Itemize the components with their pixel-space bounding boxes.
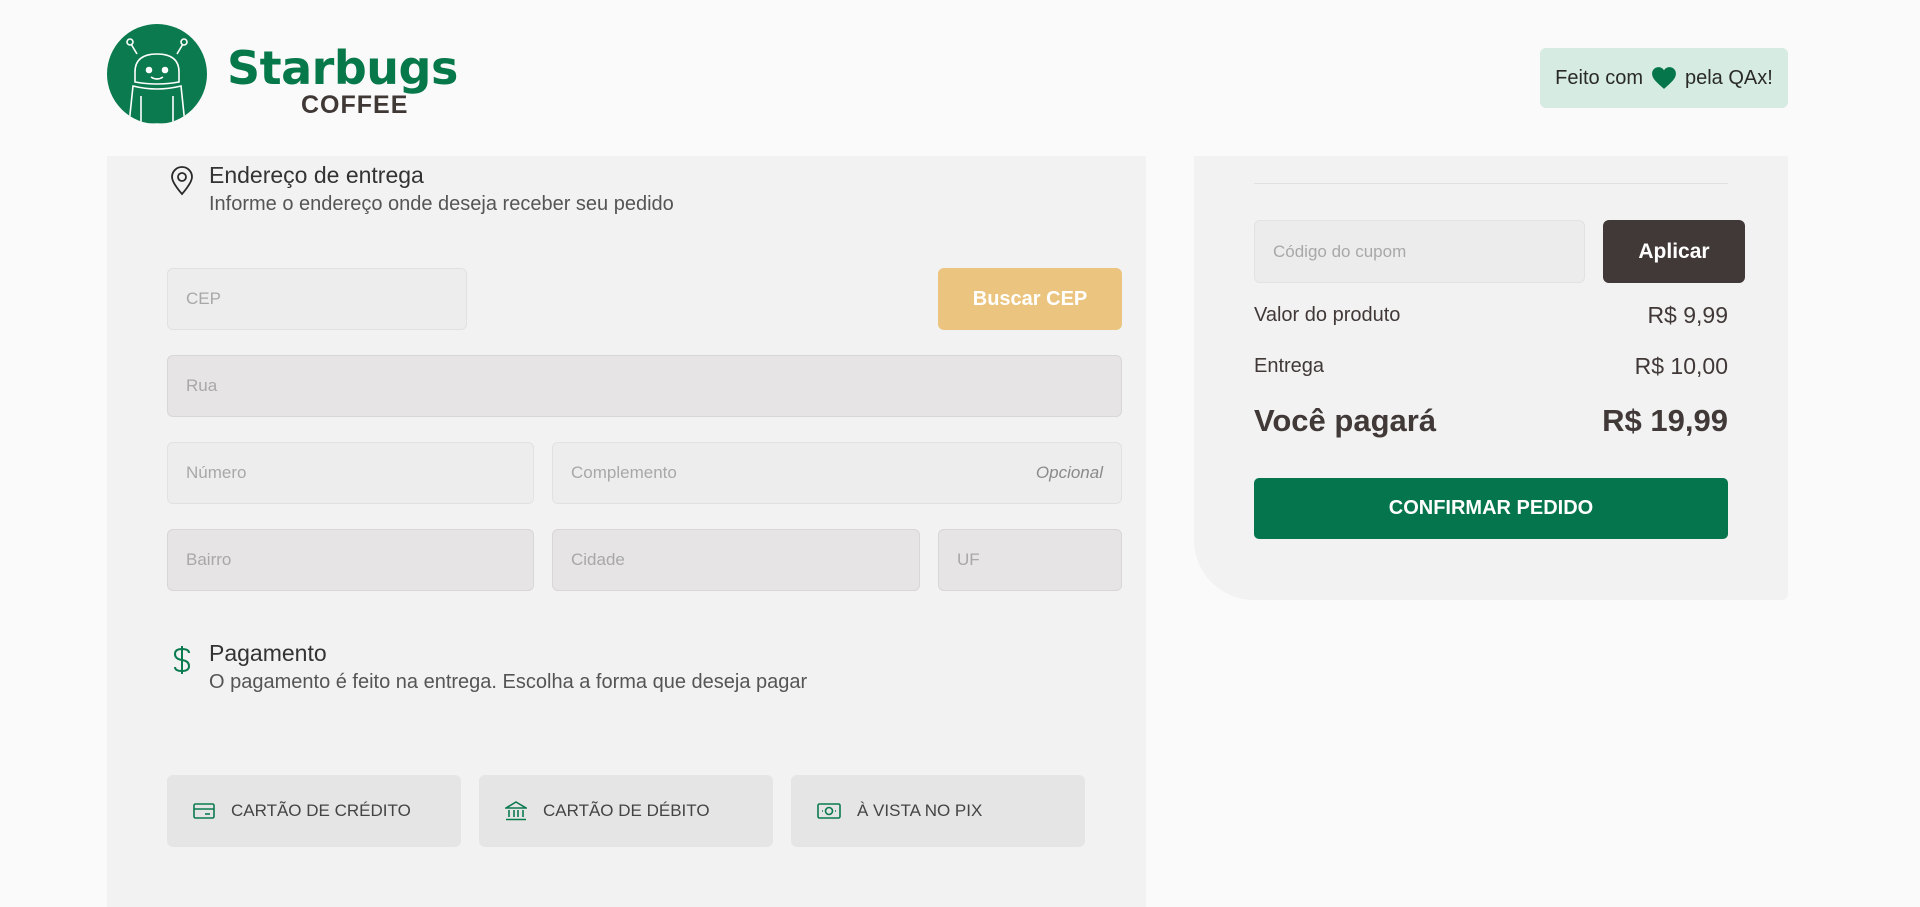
- dollar-icon: [167, 640, 197, 694]
- payment-pix-button[interactable]: À VISTA NO PIX: [791, 775, 1085, 847]
- address-title: Endereço de entrega: [209, 162, 424, 188]
- brand-sub: COFFEE: [301, 91, 409, 119]
- brand-logo[interactable]: Starbugs COFFEE: [107, 24, 458, 124]
- city-input[interactable]: Cidade: [552, 529, 920, 591]
- delivery-amount: R$ 10,00: [1634, 353, 1728, 379]
- complement-input[interactable]: Complemento Opcional: [552, 442, 1122, 504]
- cep-placeholder: CEP: [186, 289, 221, 308]
- confirm-order-button[interactable]: CONFIRMAR PEDIDO: [1254, 478, 1728, 539]
- total-amount: R$ 19,99: [1602, 403, 1728, 438]
- coupon-input[interactable]: Código do cupom: [1254, 220, 1585, 283]
- city-placeholder: Cidade: [571, 550, 625, 569]
- district-placeholder: Bairro: [186, 550, 232, 569]
- state-placeholder: UF: [957, 550, 980, 569]
- state-input[interactable]: UF: [938, 529, 1122, 591]
- robot-mascot-icon: [107, 24, 207, 124]
- apply-coupon-button[interactable]: Aplicar: [1603, 220, 1745, 283]
- address-subtitle: Informe o endereço onde deseja receber s…: [209, 193, 674, 215]
- payment-subtitle: O pagamento é feito na entrega. Escolha …: [209, 671, 808, 693]
- total-row: Você pagará R$ 19,99: [1254, 403, 1728, 439]
- delivery-row: Entrega R$ 10,00: [1254, 353, 1728, 380]
- brand-wordmark: Starbugs COFFEE: [227, 29, 458, 119]
- product-value-amount: R$ 9,99: [1647, 302, 1728, 328]
- map-pin-icon: [167, 162, 197, 216]
- street-placeholder: Rua: [186, 376, 218, 395]
- payment-option-label: CARTÃO DE DÉBITO: [543, 801, 710, 820]
- credit-card-icon: [193, 802, 215, 820]
- product-value-label: Valor do produto: [1254, 304, 1401, 326]
- summary-divider: [1254, 183, 1728, 184]
- badge-suffix: pela QAx!: [1684, 66, 1773, 89]
- district-input[interactable]: Bairro: [167, 529, 534, 591]
- number-placeholder: Número: [186, 463, 247, 482]
- address-section-header: Endereço de entrega Informe o endereço o…: [167, 162, 674, 216]
- payment-credit-card-button[interactable]: CARTÃO DE CRÉDITO: [167, 775, 461, 847]
- search-cep-button[interactable]: Buscar CEP: [938, 268, 1122, 330]
- street-input[interactable]: Rua: [167, 355, 1122, 417]
- payment-option-label: CARTÃO DE CRÉDITO: [231, 801, 411, 820]
- payment-section-header: Pagamento O pagamento é feito na entrega…: [167, 640, 807, 694]
- made-with-love-badge: Feito com pela QAx!: [1540, 48, 1788, 108]
- payment-debit-card-button[interactable]: CARTÃO DE DÉBITO: [479, 775, 773, 847]
- product-value-row: Valor do produto R$ 9,99: [1254, 302, 1728, 329]
- payment-title: Pagamento: [209, 640, 327, 666]
- optional-tag: Opcional: [1035, 463, 1103, 482]
- badge-prefix: Feito com: [1555, 66, 1643, 89]
- payment-option-label: À VISTA NO PIX: [857, 801, 983, 820]
- complement-placeholder: Complemento: [571, 463, 677, 482]
- number-input[interactable]: Número: [167, 442, 534, 504]
- brand-name: Starbugs: [227, 41, 458, 95]
- cep-input[interactable]: CEP: [167, 268, 467, 330]
- total-label: Você pagará: [1254, 403, 1437, 438]
- delivery-label: Entrega: [1254, 355, 1325, 377]
- bank-icon: [505, 801, 527, 821]
- coupon-placeholder: Código do cupom: [1273, 241, 1407, 261]
- money-icon: [817, 802, 841, 820]
- heart-icon: [1651, 66, 1677, 90]
